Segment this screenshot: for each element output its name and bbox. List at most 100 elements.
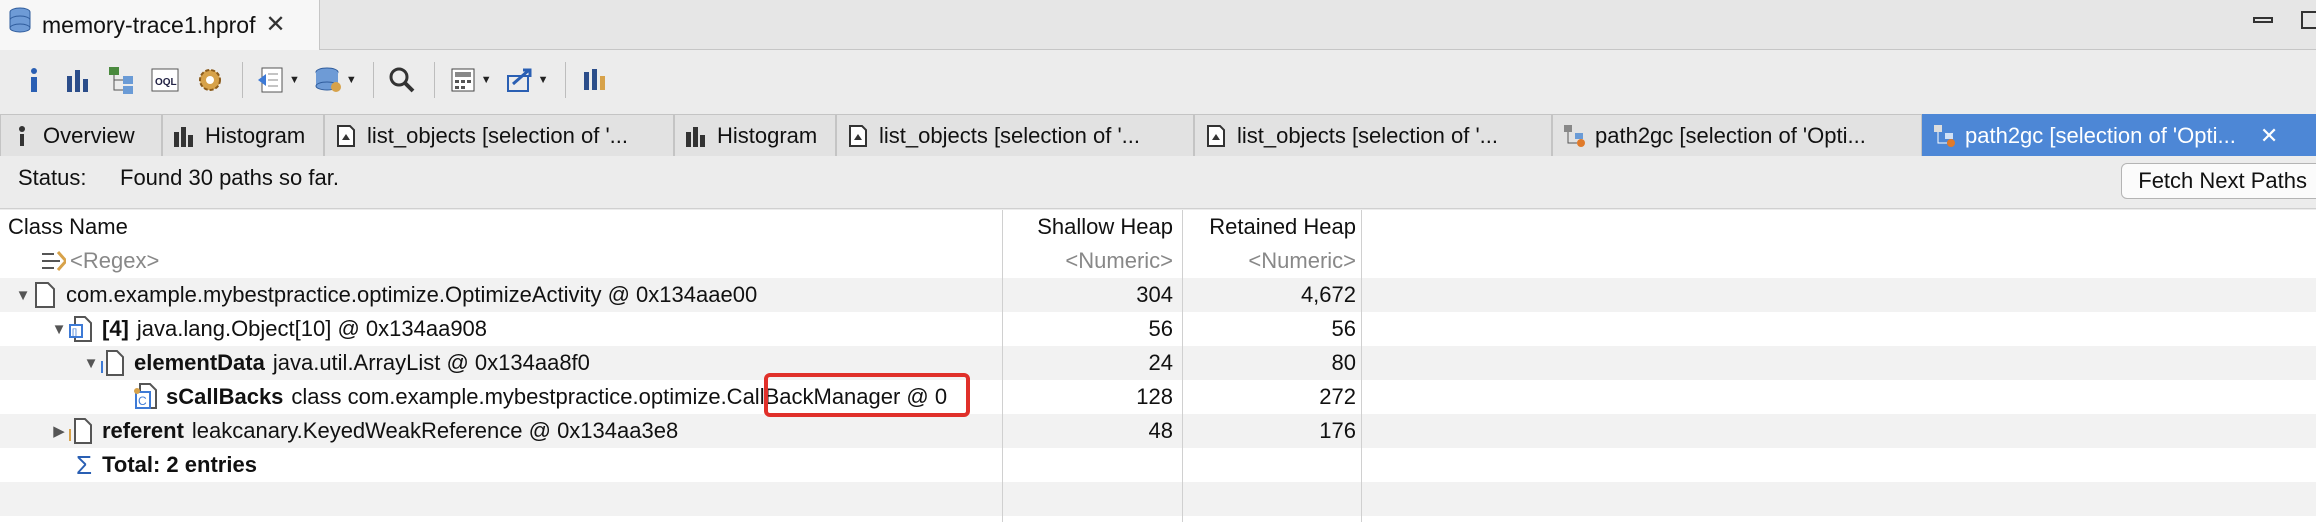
tab-label: path2gc [selection of 'Opti... bbox=[1595, 122, 1866, 148]
empty-row bbox=[0, 482, 2316, 516]
tab-overview[interactable]: Overview bbox=[0, 114, 162, 156]
fetch-next-paths-button[interactable]: Fetch Next Paths bbox=[2121, 163, 2316, 199]
shallow-heap-value: 48 bbox=[1148, 418, 1173, 443]
class-name: java.lang.Object[10] @ 0x134aa908 bbox=[136, 316, 488, 341]
retained-heap-value: 4,672 bbox=[1300, 282, 1356, 307]
editor-tab[interactable]: memory-trace1.hprof ✕ bbox=[0, 0, 320, 50]
table-row[interactable]: C sCallBacks class com.example.mybestpra… bbox=[0, 380, 2316, 414]
object-icon bbox=[68, 416, 94, 446]
oql-icon[interactable]: OQL bbox=[146, 60, 186, 100]
tab-path2gc[interactable]: path2gc [selection of 'Opti... bbox=[1552, 114, 1922, 156]
editor-title: memory-trace1.hprof bbox=[42, 11, 256, 38]
tab-histogram[interactable]: Histogram bbox=[674, 114, 836, 156]
shallow-heap-value: 304 bbox=[1136, 282, 1173, 307]
tab-label: Overview bbox=[43, 122, 135, 148]
field-name: [4] bbox=[102, 316, 129, 341]
path2gc-icon bbox=[1563, 124, 1585, 148]
retained-heap-value: 176 bbox=[1319, 418, 1356, 443]
tab-label: Histogram bbox=[717, 122, 818, 148]
field-name: sCallBacks bbox=[166, 384, 284, 409]
column-divider bbox=[1361, 210, 1362, 522]
histogram-icon[interactable] bbox=[58, 60, 98, 100]
collapse-arrow-icon[interactable]: ▼ bbox=[82, 346, 100, 380]
maximize-icon[interactable] bbox=[2300, 10, 2316, 36]
toolbar-separator bbox=[564, 62, 566, 98]
calculator-icon[interactable] bbox=[443, 60, 483, 100]
tab-label: Histogram bbox=[205, 122, 306, 148]
tab-list-objects[interactable]: list_objects [selection of '... bbox=[324, 114, 674, 156]
export-dropdown-icon[interactable]: ▼ bbox=[538, 74, 549, 86]
collapse-arrow-icon[interactable]: ▼ bbox=[14, 278, 32, 312]
tab-label: list_objects [selection of '... bbox=[1237, 122, 1498, 148]
expand-arrow-icon[interactable]: ▶ bbox=[50, 414, 68, 448]
close-editor-icon[interactable]: ✕ bbox=[265, 13, 285, 37]
table-row[interactable]: ▼ elementData java.util.ArrayList @ 0x13… bbox=[0, 346, 2316, 380]
tab-label: list_objects [selection of '... bbox=[879, 122, 1140, 148]
minimize-icon[interactable] bbox=[2252, 10, 2274, 36]
sum-icon: Σ bbox=[76, 449, 93, 480]
heap-actions-icon[interactable] bbox=[308, 60, 348, 100]
tab-histogram[interactable]: Histogram bbox=[162, 114, 324, 156]
report-dropdown-icon[interactable]: ▼ bbox=[289, 74, 300, 86]
heap-actions-dropdown-icon[interactable]: ▼ bbox=[346, 74, 357, 86]
histogram-icon bbox=[685, 124, 707, 148]
column-divider bbox=[1002, 210, 1003, 522]
class-icon: C bbox=[132, 382, 158, 412]
list-objects-icon bbox=[1205, 124, 1227, 148]
info-icon[interactable] bbox=[14, 60, 54, 100]
class-name: leakcanary.KeyedWeakReference @ 0x134aa3… bbox=[191, 418, 679, 443]
numeric-filter-retained[interactable]: <Numeric> bbox=[1184, 244, 1360, 278]
toolbar-separator bbox=[372, 62, 374, 98]
heap-dump-icon bbox=[8, 7, 32, 43]
numeric-filter-shallow[interactable]: <Numeric> bbox=[1003, 244, 1177, 278]
shallow-heap-value: 56 bbox=[1148, 316, 1173, 341]
table-row[interactable]: ▶ referent leakcanary.KeyedWeakReference… bbox=[0, 414, 2316, 448]
close-tab-icon[interactable]: ✕ bbox=[2260, 124, 2278, 147]
retained-heap-value: 56 bbox=[1331, 316, 1356, 341]
gc-roots-icon[interactable] bbox=[574, 60, 614, 100]
table-row[interactable]: ▼ com.example.mybestpractice.optimize.Op… bbox=[0, 278, 2316, 312]
collapse-arrow-icon[interactable]: ▼ bbox=[50, 312, 68, 346]
table-header: Class Name Shallow Heap Retained Heap bbox=[0, 210, 2316, 244]
column-header-class-name[interactable]: Class Name bbox=[8, 210, 128, 244]
total-row: Σ Total: 2 entries bbox=[0, 448, 2316, 482]
object-icon bbox=[32, 280, 58, 310]
dominator-tree-icon[interactable] bbox=[102, 60, 142, 100]
toolbar: OQL ▼ ▼ ▼ ▼ bbox=[0, 50, 2316, 110]
svg-text:C: C bbox=[138, 394, 147, 408]
status-text: Found 30 paths so far. bbox=[120, 165, 339, 190]
regex-filter-input[interactable]: <Regex> bbox=[70, 248, 159, 274]
info-icon bbox=[11, 124, 33, 148]
regex-filter-icon bbox=[40, 246, 66, 276]
calculator-dropdown-icon[interactable]: ▼ bbox=[481, 74, 492, 86]
status-label: Status: bbox=[18, 165, 87, 190]
shallow-heap-value: 24 bbox=[1148, 350, 1173, 375]
svg-text:[]: [] bbox=[72, 327, 77, 337]
tab-path2gc-active[interactable]: path2gc [selection of 'Opti... ✕ bbox=[1922, 114, 2316, 156]
settings-gear-icon[interactable] bbox=[190, 60, 230, 100]
column-header-shallow-heap[interactable]: Shallow Heap bbox=[1003, 210, 1177, 244]
tab-list-objects[interactable]: list_objects [selection of '... bbox=[836, 114, 1194, 156]
paths-table: Class Name Shallow Heap Retained Heap <R… bbox=[0, 210, 2316, 522]
histogram-icon bbox=[173, 124, 195, 148]
search-icon[interactable] bbox=[382, 60, 422, 100]
toolbar-separator bbox=[433, 62, 435, 98]
list-objects-icon bbox=[847, 124, 869, 148]
export-icon[interactable] bbox=[500, 60, 540, 100]
tab-list-objects[interactable]: list_objects [selection of '... bbox=[1194, 114, 1552, 156]
column-divider bbox=[1182, 210, 1183, 522]
view-tabs: Overview Histogram list_objects [selecti… bbox=[0, 114, 2316, 156]
status-row: Status: Found 30 paths so far. Fetch Nex… bbox=[0, 157, 2316, 209]
filter-row: <Regex> <Numeric> <Numeric> bbox=[0, 244, 2316, 278]
total-entries: Total: 2 entries bbox=[102, 452, 257, 477]
window-controls bbox=[2252, 10, 2316, 36]
report-icon[interactable] bbox=[251, 60, 291, 100]
column-header-retained-heap[interactable]: Retained Heap bbox=[1184, 210, 1360, 244]
retained-heap-value: 272 bbox=[1319, 384, 1356, 409]
field-name: referent bbox=[102, 418, 184, 443]
table-row[interactable]: ▼ [] [4] java.lang.Object[10] @ 0x134aa9… bbox=[0, 312, 2316, 346]
shallow-heap-value: 128 bbox=[1136, 384, 1173, 409]
list-objects-icon bbox=[335, 124, 357, 148]
editor-tabbar: memory-trace1.hprof ✕ bbox=[0, 0, 2316, 50]
svg-text:OQL: OQL bbox=[155, 77, 177, 88]
